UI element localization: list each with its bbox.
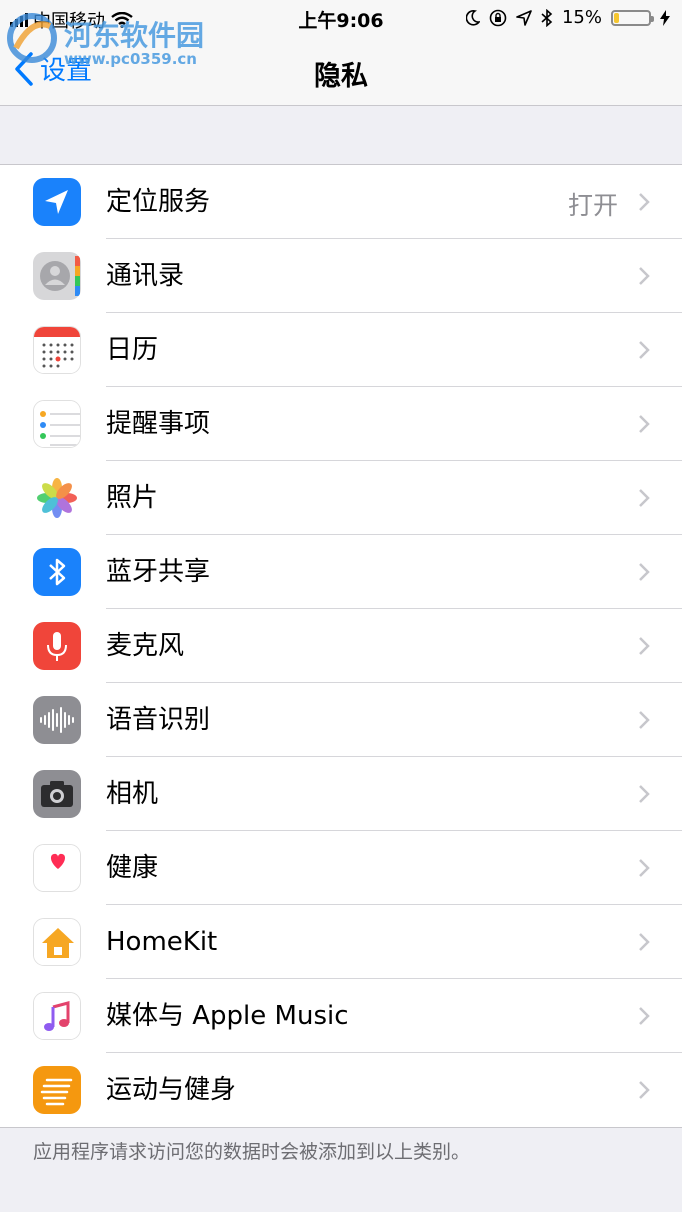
row-label: 媒体与 Apple Music: [106, 1001, 349, 1031]
row-label: 日历: [106, 335, 159, 365]
row-label: 照片: [106, 483, 159, 513]
row-label: HomeKit: [106, 927, 218, 957]
chevron-right-icon: [639, 1007, 650, 1025]
chevron-right-icon: [639, 489, 650, 507]
chevron-right-icon: [639, 637, 650, 655]
row-camera[interactable]: 相机: [0, 757, 682, 831]
health-heart-icon: [33, 844, 81, 892]
chevron-right-icon: [639, 415, 650, 433]
row-bluetooth-sharing[interactable]: 蓝牙共享: [0, 535, 682, 609]
location-arrow-icon: [33, 178, 81, 226]
bluetooth-status-icon: [541, 8, 553, 27]
row-contacts[interactable]: 通讯录: [0, 239, 682, 313]
row-location-services[interactable]: 定位服务 打开: [0, 165, 682, 239]
motion-fitness-icon: [33, 1066, 81, 1114]
row-label: 定位服务: [106, 187, 211, 217]
location-services-icon: [516, 9, 532, 26]
row-calendar[interactable]: 日历: [0, 313, 682, 387]
orientation-lock-icon: [489, 9, 507, 26]
navigation-bar: 设置 隐私: [0, 38, 682, 106]
chevron-right-icon: [639, 341, 650, 359]
microphone-icon: [33, 622, 81, 670]
speech-recognition-icon: [33, 696, 81, 744]
chevron-right-icon: [639, 267, 650, 285]
chevron-right-icon: [639, 933, 650, 951]
row-label: 语音识别: [106, 705, 211, 735]
battery-percent: 15%: [561, 7, 602, 28]
privacy-list: 定位服务 打开 通讯录 日历 提醒事项 照片 蓝牙共享 麦克风 语音识别 相机 …: [0, 164, 682, 1128]
calendar-icon: [33, 326, 81, 374]
chevron-right-icon: [639, 1081, 650, 1099]
row-media-apple-music[interactable]: 媒体与 Apple Music: [0, 979, 682, 1053]
reminders-icon: [33, 400, 81, 448]
chevron-right-icon: [639, 711, 650, 729]
row-label: 提醒事项: [106, 409, 211, 439]
music-note-icon: [33, 992, 81, 1040]
camera-icon: [33, 770, 81, 818]
row-homekit[interactable]: HomeKit: [0, 905, 682, 979]
homekit-house-icon: [33, 918, 81, 966]
status-bar: 中国移动 上午9:06 15%: [0, 0, 682, 38]
bluetooth-icon: [33, 548, 81, 596]
battery-icon: [611, 9, 654, 26]
contacts-icon: [33, 252, 81, 300]
chevron-right-icon: [639, 193, 650, 211]
row-label: 运动与健身: [106, 1075, 237, 1105]
battery-level-fill: [614, 12, 620, 23]
page-title: 隐私: [314, 61, 368, 92]
row-label: 蓝牙共享: [106, 557, 211, 587]
row-reminders[interactable]: 提醒事项: [0, 387, 682, 461]
row-value: 打开: [567, 191, 618, 220]
row-photos[interactable]: 照片: [0, 461, 682, 535]
charging-bolt-icon: [660, 9, 670, 26]
chevron-right-icon: [639, 785, 650, 803]
row-label: 相机: [106, 779, 159, 809]
row-label: 健康: [106, 853, 159, 883]
row-speech-recognition[interactable]: 语音识别: [0, 683, 682, 757]
chevron-right-icon: [639, 563, 650, 581]
row-health[interactable]: 健康: [0, 831, 682, 905]
row-motion-fitness[interactable]: 运动与健身: [0, 1053, 682, 1127]
row-microphone[interactable]: 麦克风: [0, 609, 682, 683]
photos-icon: [33, 474, 81, 522]
row-label: 麦克风: [106, 631, 185, 661]
do-not-disturb-moon-icon: [465, 9, 480, 26]
chevron-right-icon: [639, 859, 650, 877]
status-right: 15%: [465, 7, 670, 28]
row-label: 通讯录: [106, 261, 185, 291]
footer-note: 应用程序请求访问您的数据时会被添加到以上类别。: [33, 1141, 471, 1163]
